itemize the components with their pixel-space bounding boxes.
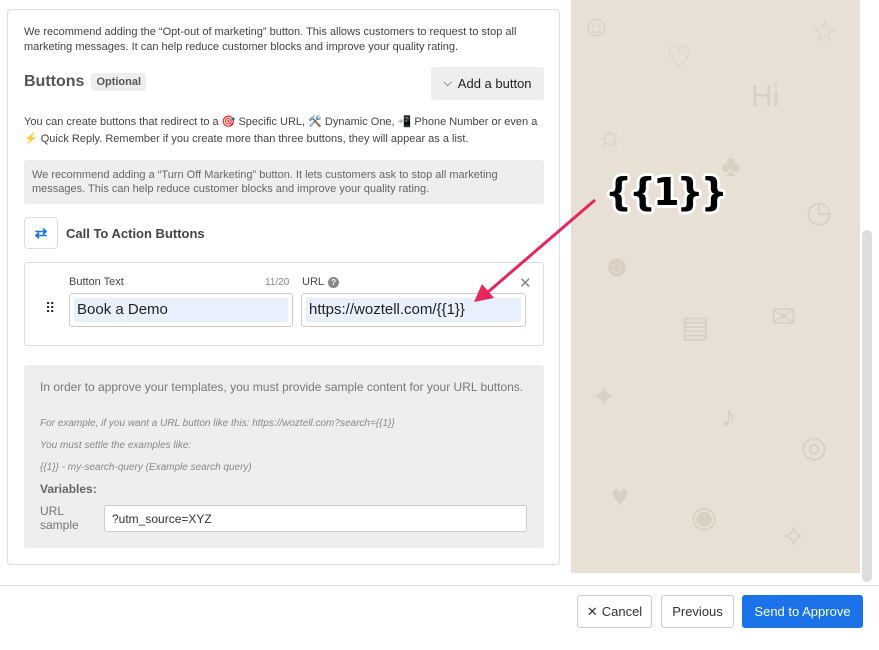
doodle-donut-icon: ◉	[691, 501, 718, 534]
doodle-sun-icon: ☼	[596, 120, 624, 153]
doodle-star-icon: ✦	[591, 381, 617, 414]
cancel-button[interactable]: ✕ Cancel	[577, 595, 652, 628]
url-sample-label: URL sample	[40, 504, 79, 532]
buttons-description: You can create buttons that redirect to …	[24, 116, 538, 145]
drag-handle-icon[interactable]: ⠿	[45, 301, 55, 315]
marketing-notice: We recommend adding a “Turn Off Marketin…	[24, 160, 544, 204]
doodle-planet-icon: ◎	[801, 431, 828, 464]
sample-title: In order to approve your templates, you …	[40, 380, 524, 394]
placeholder-token-callout: {{1}}	[605, 170, 728, 214]
doodle-mail-icon: ✉	[771, 301, 797, 334]
button-text-counter: 11/20	[265, 277, 290, 288]
buttons-section-title: Buttons	[24, 73, 85, 90]
buttons-section-header: Buttons Optional	[24, 73, 147, 91]
variables-label: Variables:	[40, 482, 97, 496]
template-editor-panel: We recommend adding the “Opt-out of mark…	[7, 9, 560, 565]
refresh-icon[interactable]: ⇄	[24, 217, 58, 249]
url-sample-section: In order to approve your templates, you …	[24, 365, 544, 548]
footer-divider	[0, 585, 879, 586]
url-sample-input[interactable]	[104, 505, 527, 532]
cta-button-row: ⠿ Button Text 11/20 URL ? ✕ Book a Demo …	[24, 262, 544, 346]
doodle-book-icon: ▤	[681, 311, 710, 344]
sample-example-3: {{1}} - my-search-query (Example search …	[40, 462, 252, 473]
sample-example-2: You must settle the examples like:	[40, 440, 192, 451]
button-text-value: Book a Demo	[74, 298, 288, 322]
doodle-heart-icon: ♡	[666, 41, 693, 74]
url-label-group: URL ?	[302, 276, 340, 288]
cta-title: Call To Action Buttons	[66, 225, 205, 241]
doodle-star-icon: ☆	[811, 16, 838, 49]
cta-header: ⇄ Call To Action Buttons	[24, 217, 205, 249]
doodle-hi-icon: Hi	[751, 80, 780, 113]
doodle-clock-icon: ◷	[806, 196, 833, 229]
chevron-down-icon: ⌵	[443, 77, 452, 89]
help-icon[interactable]: ?	[328, 276, 340, 288]
doodle-sparkle-icon: ✧	[781, 521, 807, 554]
button-text-label: Button Text	[69, 276, 124, 288]
close-icon: ✕	[586, 603, 598, 619]
add-button-dropdown[interactable]: ⌵ Add a button	[431, 67, 544, 100]
close-icon[interactable]: ✕	[519, 274, 532, 292]
scrollbar[interactable]	[862, 230, 872, 582]
doodle-smiley-icon: ☺	[581, 10, 612, 43]
url-value: https://woztell.com/{{1}}	[306, 298, 521, 322]
doodle-monkey-icon: ☻	[601, 250, 633, 283]
doodle-music-icon: ♪	[721, 400, 736, 433]
url-input[interactable]: https://woztell.com/{{1}}	[301, 293, 526, 327]
whatsapp-preview-background: ☺ ♡ Hi ☆ ☼ ♣ ◷ ☻ ▤ ✉ ✦ ♪ ◎ ♥ ◉ ✧	[571, 0, 860, 573]
cancel-label: Cancel	[601, 604, 643, 619]
intro-text: We recommend adding the “Opt-out of mark…	[24, 26, 517, 53]
url-label: URL	[302, 276, 325, 288]
send-to-approve-button[interactable]: Send to Approve	[742, 595, 863, 628]
previous-button[interactable]: Previous	[661, 595, 734, 628]
optional-badge: Optional	[91, 73, 147, 91]
add-button-label: Add a button	[457, 76, 532, 91]
button-text-input[interactable]: Book a Demo	[69, 293, 293, 327]
doodle-heart-icon: ♥	[611, 480, 629, 513]
sample-example-1: For example, if you want a URL button li…	[40, 418, 395, 429]
